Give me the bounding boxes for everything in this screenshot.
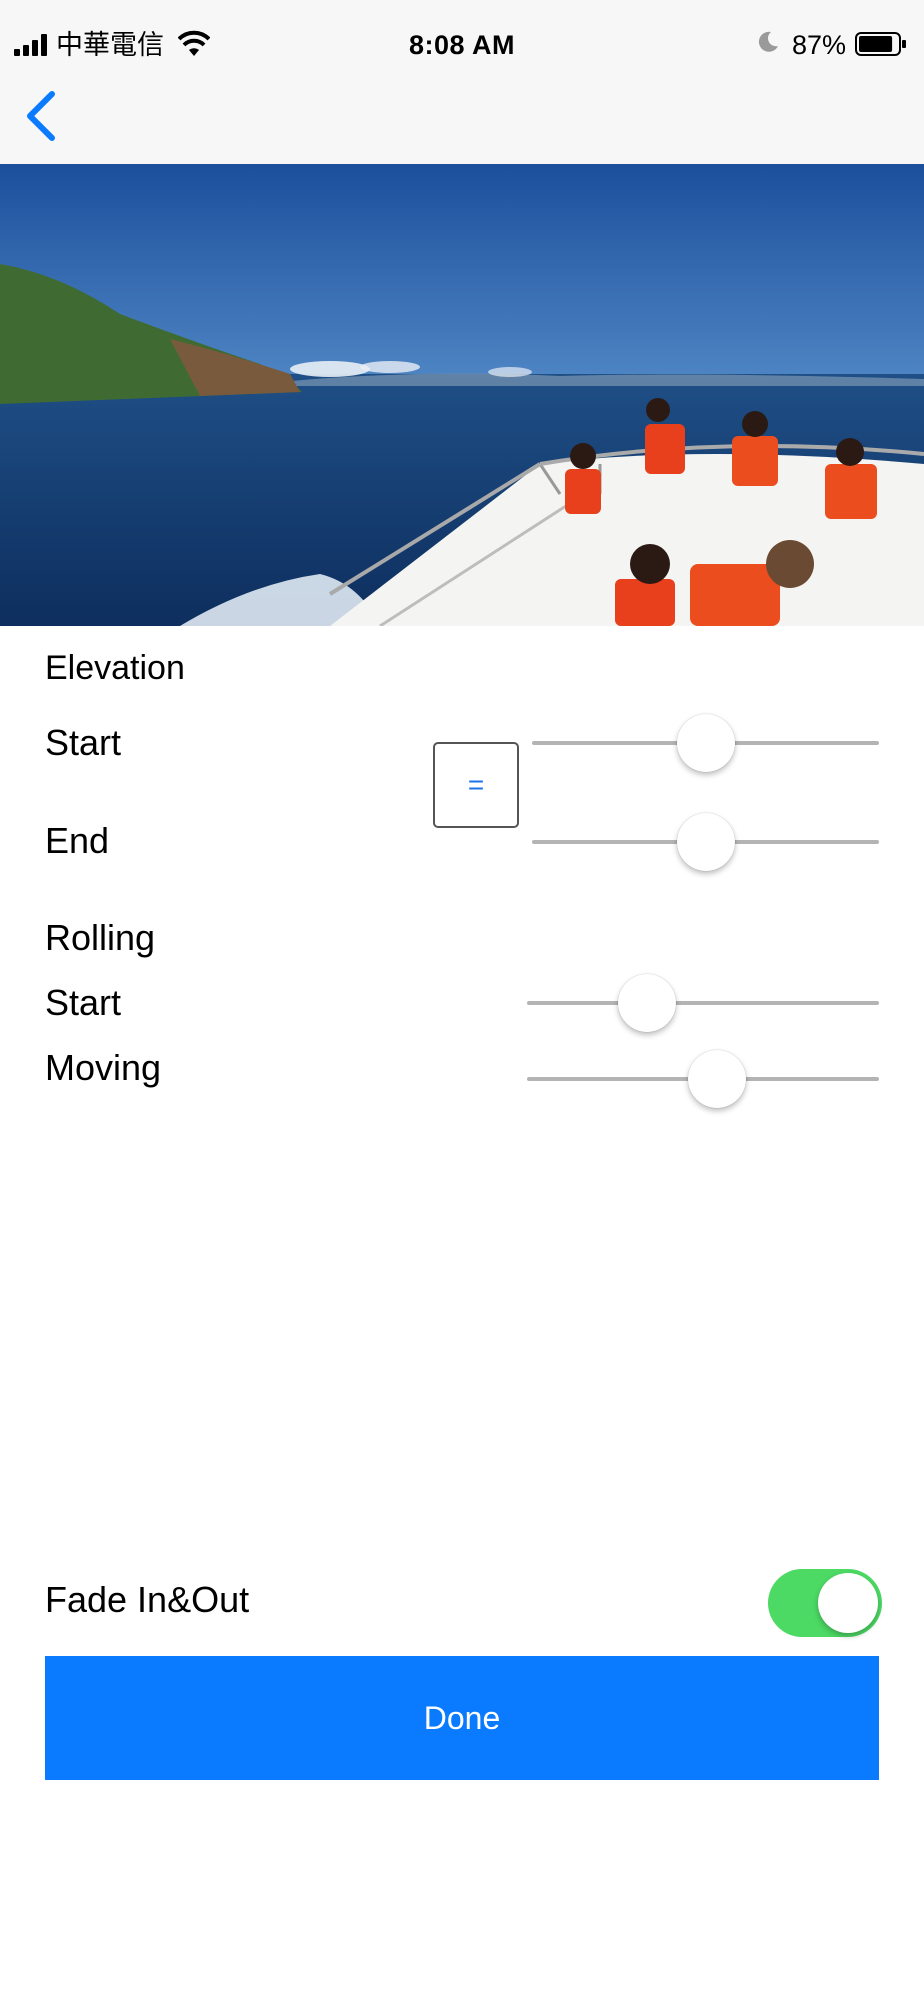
panorama-preview-image: [0, 164, 924, 626]
elevation-end-slider-thumb[interactable]: [676, 813, 735, 871]
rolling-start-label: Start: [45, 982, 122, 1023]
rolling-moving-slider-thumb[interactable]: [688, 1050, 747, 1108]
done-button[interactable]: Done: [45, 1656, 879, 1780]
elevation-end-label: End: [45, 820, 110, 861]
elevation-title: Elevation: [45, 649, 185, 687]
battery-icon: [855, 32, 907, 56]
rolling-title: Rolling: [45, 917, 156, 958]
chevron-left-icon: [27, 91, 55, 141]
back-button[interactable]: [22, 88, 62, 144]
rolling-moving-label: Moving: [45, 1047, 162, 1088]
moon-icon: [756, 30, 780, 54]
rolling-start-slider[interactable]: [527, 1001, 879, 1005]
rolling-start-slider-thumb[interactable]: [617, 974, 676, 1032]
battery-percent: 87%: [792, 30, 847, 60]
fade-in-out-toggle-knob[interactable]: [818, 1573, 878, 1633]
fade-in-out-label: Fade In&Out: [45, 1579, 250, 1620]
link-elevation-button[interactable]: =: [433, 742, 519, 828]
elevation-start-slider-thumb[interactable]: [676, 714, 735, 772]
status-time: 8:08 AM: [408, 30, 516, 60]
elevation-start-label: Start: [45, 722, 122, 763]
